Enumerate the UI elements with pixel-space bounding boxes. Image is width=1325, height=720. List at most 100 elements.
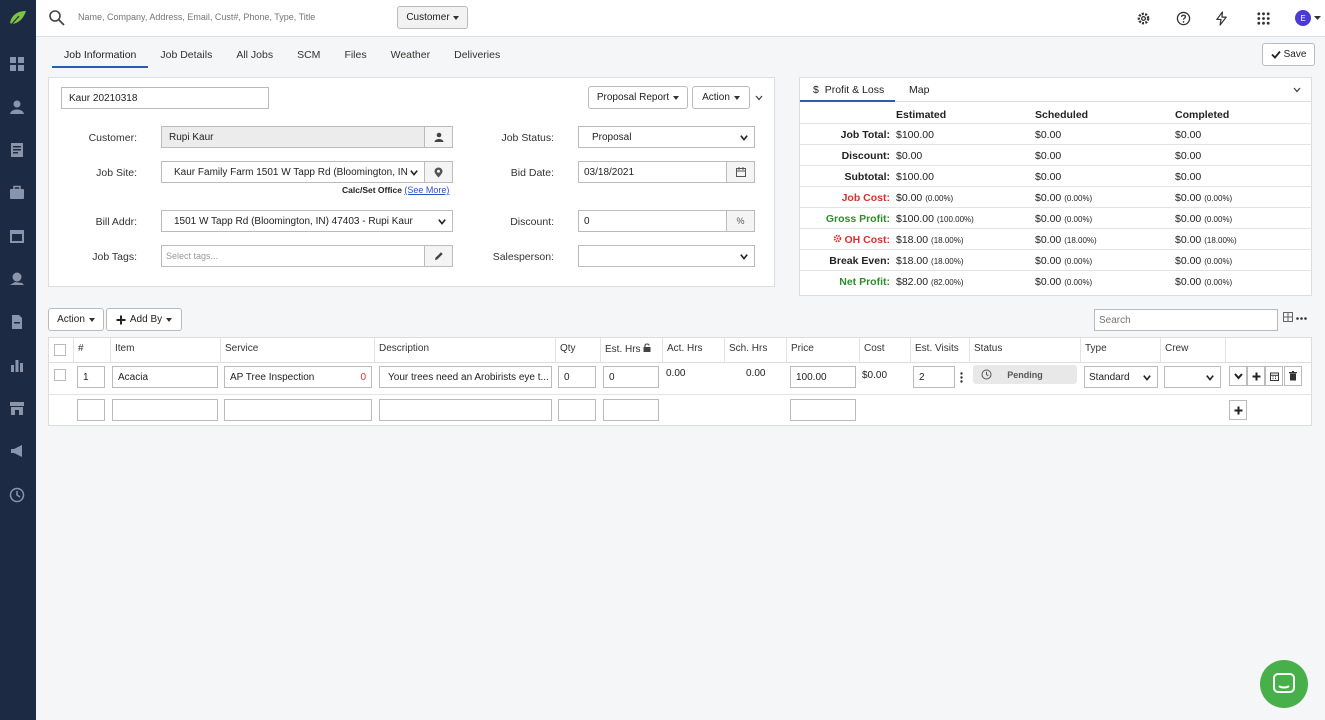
new-description-input[interactable] [379,399,552,421]
row-description-input[interactable]: Your trees need an Arobirists eye t... [379,366,552,388]
row-calendar-icon[interactable] [1265,366,1283,386]
row-checkbox[interactable] [54,369,66,381]
calendar-icon[interactable] [726,161,755,183]
bill-addr-select[interactable]: 1501 W Tapp Rd (Bloomington, IN) 47403 -… [161,210,453,232]
row-type-select[interactable]: Standard [1084,366,1158,388]
reports-chart-icon[interactable] [8,356,26,374]
proposal-report-button[interactable]: Proposal Report [588,86,688,109]
tab-scm[interactable]: SCM [285,42,332,68]
add-by-button[interactable]: Add By [106,308,182,331]
row-est-visits-input[interactable]: 2 [913,366,955,388]
lock-open-icon[interactable] [643,343,651,352]
header-sch-hrs: Sch. Hrs [725,338,787,362]
header-est-hrs: Est. Hrs [601,338,663,362]
tab-job-information[interactable]: Job Information [52,42,149,68]
search-icon[interactable] [48,9,66,27]
new-qty-input[interactable] [558,399,596,421]
tab-all-jobs[interactable]: All Jobs [224,42,285,68]
documents-icon[interactable] [8,141,26,159]
job-action-button[interactable]: Action [692,86,750,109]
header-est-visits: Est. Visits [911,338,970,362]
chat-launcher-icon[interactable] [1260,660,1308,708]
megaphone-icon[interactable] [8,442,26,460]
oh-cost-gear-icon[interactable] [833,234,842,243]
status-badge[interactable]: Pending [973,365,1077,384]
row-item-input[interactable]: Acacia [112,366,218,388]
row-delete-trash-icon[interactable] [1284,366,1302,386]
row-service-input[interactable]: AP Tree Inspection 0 [224,366,372,388]
tab-files[interactable]: Files [332,42,378,68]
global-search-input[interactable] [78,12,388,22]
grid-action-button[interactable]: Action [48,308,104,331]
pl-value: $18.00 (18.00%) [896,255,964,267]
tab-deliveries[interactable]: Deliveries [442,42,512,68]
row-crew-select[interactable] [1164,366,1221,388]
customer-field[interactable]: Rupi Kaur [161,126,425,148]
new-est-hrs-input[interactable] [603,399,659,421]
bid-date-label: Bid Date: [510,167,554,179]
tab-profit-loss[interactable]: $ Profit & Loss [800,78,895,102]
new-service-input[interactable] [224,399,372,421]
briefcase-icon[interactable] [8,184,26,202]
gear-icon[interactable] [1134,9,1152,27]
lightning-icon[interactable] [1212,9,1230,27]
map-marker-icon[interactable] [424,161,453,183]
chevron-down-icon [438,219,446,225]
pl-percent: (18.00%) [1064,236,1097,245]
new-item-input[interactable] [112,399,218,421]
row-expand-chevron-icon[interactable] [1229,366,1247,386]
caret-down-icon [733,95,740,100]
bid-date-input[interactable]: 03/18/2021 [578,161,727,183]
pencil-icon[interactable] [424,245,453,267]
dashboard-icon[interactable] [8,55,26,73]
discount-input[interactable]: 0 [578,210,727,232]
status-text: Pending [1007,369,1043,380]
tab-map[interactable]: Map [909,78,929,102]
job-name-input[interactable]: Kaur 20210318 [61,87,269,109]
help-icon[interactable] [1174,9,1192,27]
select-all-checkbox[interactable] [54,344,66,356]
job-site-select[interactable]: Kaur Family Farm 1501 W Tapp Rd (Bloomin… [161,161,425,183]
apps-grid-icon[interactable] [1254,9,1272,27]
columns-grid-icon[interactable] [1283,312,1293,322]
store-icon[interactable] [8,399,26,417]
job-tags-input[interactable]: Select tags... [161,245,425,267]
tab-weather[interactable]: Weather [379,42,443,68]
row-add-plus-icon[interactable] [1247,366,1265,386]
clock-icon[interactable] [8,486,26,504]
new-row-add-plus-icon[interactable] [1229,400,1247,420]
pl-amount: $100.00 [896,213,934,225]
row-est-hrs-input[interactable]: 0 [603,366,659,388]
pl-amount: $0.00 [1035,129,1062,141]
save-button[interactable]: Save [1262,43,1315,66]
grid-search-input[interactable] [1094,309,1278,331]
more-options-icon[interactable] [1296,317,1307,320]
salesperson-select[interactable] [578,245,755,267]
row-service-value: AP Tree Inspection [230,371,315,383]
chevron-down-icon [1206,375,1214,381]
see-more-link[interactable]: (See More) [404,185,449,195]
pl-amount: $0.00 [1035,276,1062,288]
tab-job-details[interactable]: Job Details [148,42,224,68]
row-kebab-icon[interactable] [960,372,963,383]
header-actions [1226,338,1311,362]
calendar-icon[interactable] [8,227,26,245]
collapse-chevron-icon[interactable] [755,95,763,101]
new-num-input[interactable] [77,399,105,421]
pl-percent: (82.00%) [931,278,964,287]
money-hand-icon[interactable] [8,270,26,288]
invoice-icon[interactable] [8,313,26,331]
job-status-select[interactable]: Proposal [578,126,755,148]
customer-filter-button[interactable]: Customer [397,6,468,29]
row-price-input[interactable]: 100.00 [790,366,856,388]
pl-row-label-text: Discount: [841,150,890,162]
avatar-chevron-icon[interactable] [1314,16,1321,21]
row-qty-input[interactable]: 0 [558,366,596,388]
new-price-input[interactable] [790,399,856,421]
pl-chevron-down-icon[interactable] [1293,87,1301,93]
row-num-input[interactable]: 1 [77,366,105,388]
customer-person-icon[interactable] [424,126,453,148]
avatar[interactable]: E [1295,10,1311,26]
customers-icon[interactable] [8,98,26,116]
leaf-logo-icon[interactable] [8,9,28,27]
